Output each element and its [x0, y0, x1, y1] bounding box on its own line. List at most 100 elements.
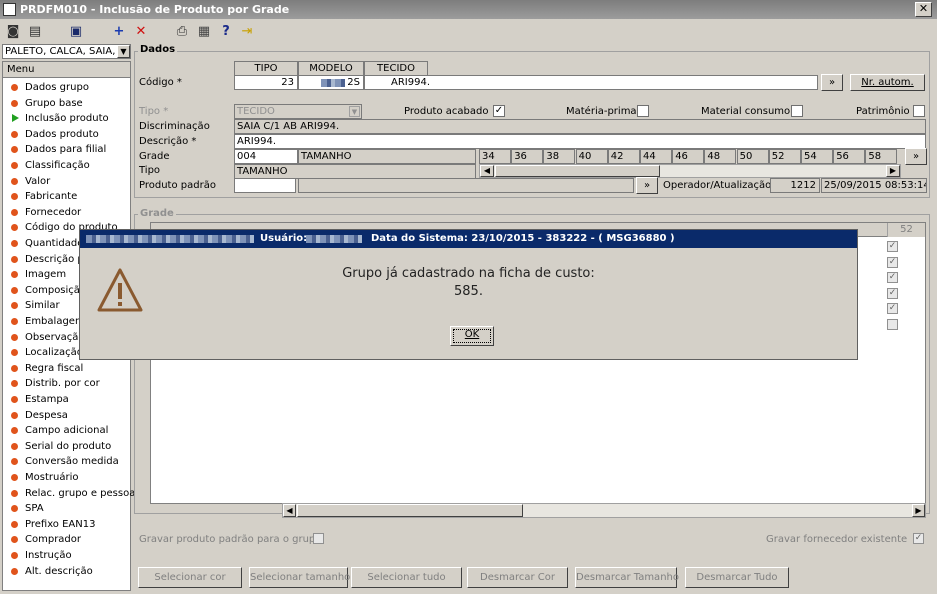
scroll-right-icon[interactable]: ▶ — [912, 504, 925, 517]
ok-button[interactable]: OK — [450, 326, 494, 346]
menu-item[interactable]: Inclusão produto — [3, 111, 109, 126]
descricao-field[interactable]: ARI994. — [234, 134, 926, 149]
menu-item-label: SPA — [25, 503, 44, 515]
patrimonio-checkbox[interactable] — [913, 105, 925, 117]
menu-item[interactable]: Embalagem — [3, 314, 85, 329]
size-checkbox[interactable] — [887, 318, 898, 330]
menu-item[interactable]: Serial do produto — [3, 439, 111, 454]
grid-scroll-thumb[interactable] — [297, 504, 523, 517]
menu-item-label: Dados para filial — [25, 144, 107, 156]
produto-padrao-desc — [298, 178, 634, 193]
nr-autom-button[interactable]: Nr. autom. — [850, 74, 925, 91]
save-icon[interactable]: ▣ — [68, 24, 84, 40]
close-button[interactable]: ✕ — [915, 2, 932, 17]
nav-first-icon[interactable]: ◙ — [5, 24, 21, 40]
produto-padrao-more-button[interactable]: » — [636, 177, 658, 194]
menu-item[interactable]: Instrução — [3, 548, 72, 563]
menu-item[interactable]: Composição — [3, 283, 86, 298]
size-checkbox[interactable]: ✓ — [887, 272, 898, 283]
codigo-tipo-field[interactable]: 23 — [234, 75, 298, 90]
size-checkbox[interactable]: ✓ — [887, 256, 898, 268]
action-button[interactable]: Desmarcar Tudo — [685, 567, 789, 588]
action-button[interactable]: Selecionar cor — [138, 567, 242, 588]
menu-item[interactable]: Similar — [3, 298, 60, 313]
col-tecido-header: TECIDO — [364, 61, 428, 76]
bullet-icon — [11, 146, 18, 154]
codigo-more-button[interactable]: » — [821, 74, 843, 91]
size-cell: 46 — [672, 149, 705, 164]
menu-item[interactable]: Dados produto — [3, 127, 99, 142]
menu-item[interactable]: Distrib. por cor — [3, 376, 100, 391]
exit-icon[interactable]: ⇥ — [239, 24, 255, 40]
scroll-right-icon[interactable]: ▶ — [886, 165, 900, 177]
menu-item[interactable]: Classificação — [3, 158, 90, 173]
group-select[interactable]: PALETO, CALCA, SAIA, ▼ — [2, 44, 131, 59]
patrimonio-label: Patrimônio — [856, 106, 910, 117]
codigo-modelo-field[interactable]: 2S — [298, 75, 364, 90]
menu-item[interactable]: Descrição p — [3, 252, 84, 267]
menu-item-label: Relac. grupo e pessoa — [25, 487, 136, 499]
materia-prima-checkbox[interactable] — [637, 105, 649, 117]
menu-item[interactable]: Conversão medida — [3, 454, 119, 469]
sizes-scrollbar[interactable]: ◀ ▶ — [479, 164, 901, 178]
bullet-icon — [11, 536, 18, 544]
menu-item-label: Classificação — [25, 160, 90, 171]
action-button[interactable]: Selecionar tudo — [351, 567, 462, 588]
menu-item-label: Instrução — [25, 550, 72, 561]
size-cell: 42 — [607, 149, 640, 164]
grade-name-field: TAMANHO — [298, 149, 476, 164]
produto-acabado-checkbox[interactable]: ✓ — [493, 105, 505, 117]
gravar-padrao-checkbox[interactable] — [313, 533, 324, 544]
menu-item[interactable]: Regra fiscal — [3, 361, 83, 376]
menu-item[interactable]: Fabricante — [3, 189, 77, 204]
chevron-down-icon[interactable]: ▼ — [117, 45, 130, 58]
grid-scrollbar[interactable]: ◀ ▶ — [282, 503, 926, 518]
scroll-left-icon[interactable]: ◀ — [480, 165, 494, 177]
calculator-icon[interactable]: ▦ — [196, 24, 212, 40]
menu-item[interactable]: Localização — [3, 345, 83, 360]
scroll-left-icon[interactable]: ◀ — [283, 504, 296, 517]
menu-item-label: Fabricante — [25, 191, 78, 203]
discriminacao-field[interactable]: SAIA C/1 AB ARI994. — [234, 119, 926, 134]
menu-item-label: Dados produto — [25, 128, 99, 140]
grade-code-field[interactable]: 004 — [234, 149, 298, 164]
menu-item[interactable]: SPA — [3, 501, 44, 516]
scroll-thumb[interactable] — [495, 165, 660, 177]
produto-padrao-field[interactable] — [234, 178, 296, 193]
nav-list-icon[interactable]: ▤ — [27, 24, 43, 40]
action-button[interactable]: Selecionar tamanho — [249, 567, 350, 588]
menu-item[interactable]: Prefixo EAN13 — [3, 517, 95, 532]
size-checkbox[interactable]: ✓ — [887, 303, 898, 314]
chevron-down-icon[interactable]: ▼ — [349, 106, 360, 117]
menu-item[interactable]: Campo adicional — [3, 423, 108, 438]
size-checkbox[interactable]: ✓ — [887, 241, 898, 252]
sizes-more-button[interactable]: » — [905, 148, 927, 165]
print-icon[interactable]: ⎙ — [174, 24, 190, 40]
tipo-combo[interactable]: TECIDO ▼ — [234, 104, 362, 119]
menu-item[interactable]: Comprador — [3, 532, 81, 547]
menu-item[interactable]: Alt. descrição — [3, 564, 93, 579]
size-checkbox[interactable]: ✓ — [887, 287, 898, 299]
app-icon — [3, 3, 16, 16]
menu-item[interactable]: Despesa — [3, 408, 68, 423]
menu-item[interactable]: Mostruário — [3, 470, 78, 485]
menu-item[interactable]: Dados grupo — [3, 80, 89, 95]
gravar-fornecedor-checkbox[interactable]: ✓ — [913, 533, 924, 544]
menu-item[interactable]: Dados para filial — [3, 142, 106, 157]
codigo-tecido-field[interactable]: ARI994. — [364, 75, 818, 90]
menu-item[interactable]: Fornecedor — [3, 205, 81, 220]
menu-item[interactable]: Imagem — [3, 267, 66, 282]
menu-item[interactable]: Quantidade — [3, 236, 83, 251]
add-icon[interactable]: + — [111, 24, 127, 40]
menu-item[interactable]: Relac. grupo e pessoa — [3, 486, 135, 501]
help-icon[interactable]: ? — [218, 24, 234, 40]
delete-icon[interactable]: ✕ — [133, 24, 149, 40]
menu-item-label: Estampa — [25, 394, 69, 405]
menu-item[interactable]: Valor — [3, 174, 50, 189]
action-button[interactable]: Desmarcar Tamanho — [575, 567, 679, 588]
material-consumo-checkbox[interactable] — [791, 105, 803, 117]
menu-item[interactable]: Estampa — [3, 392, 69, 407]
action-button[interactable]: Desmarcar Cor — [467, 567, 568, 588]
menu-item[interactable]: Grupo base — [3, 96, 83, 111]
menu-item[interactable]: Observação — [3, 330, 84, 345]
